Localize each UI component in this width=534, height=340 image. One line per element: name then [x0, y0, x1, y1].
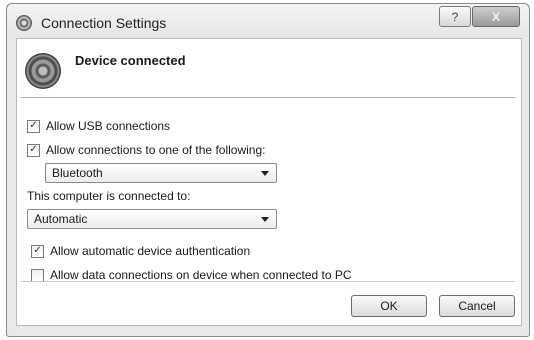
allow-one-of-checkbox[interactable]: ✓	[27, 143, 40, 157]
data-on-device-label: Allow data connections on device when co…	[50, 268, 352, 282]
chevron-down-icon	[261, 216, 269, 222]
connection-settings-dialog: Connection Settings ? X Device connected…	[6, 3, 530, 337]
device-disc-icon	[25, 53, 61, 89]
chevron-down-icon	[261, 170, 269, 176]
connection-type-value: Bluetooth	[52, 166, 103, 180]
title-bar[interactable]: Connection Settings ? X	[7, 4, 529, 38]
auto-auth-row[interactable]: ✓ Allow automatic device authentication	[31, 244, 250, 258]
header-title: Device connected	[75, 53, 186, 68]
dialog-content: Device connected ✓ Allow USB connections…	[16, 38, 522, 326]
connected-to-select[interactable]: Automatic	[27, 209, 277, 229]
connected-to-value: Automatic	[34, 212, 88, 226]
allow-usb-label: Allow USB connections	[46, 119, 171, 133]
allow-one-of-label: Allow connections to one of the followin…	[46, 143, 266, 157]
allow-one-of-row[interactable]: ✓ Allow connections to one of the follow…	[27, 143, 265, 157]
ok-button[interactable]: OK	[351, 295, 427, 317]
close-button[interactable]: X	[472, 6, 520, 27]
auto-auth-label: Allow automatic device authentication	[50, 244, 251, 258]
data-on-device-checkbox[interactable]	[31, 268, 44, 282]
header-divider	[21, 97, 515, 98]
allow-usb-row[interactable]: ✓ Allow USB connections	[27, 119, 170, 133]
window-title: Connection Settings	[41, 15, 167, 31]
cancel-button[interactable]: Cancel	[439, 295, 515, 317]
connected-to-label: This computer is connected to:	[27, 189, 191, 203]
disc-icon	[16, 15, 32, 31]
data-on-device-row[interactable]: Allow data connections on device when co…	[31, 268, 352, 282]
footer-divider	[21, 281, 515, 282]
allow-usb-checkbox[interactable]: ✓	[27, 119, 40, 133]
connection-type-select[interactable]: Bluetooth	[45, 163, 277, 183]
help-button[interactable]: ?	[439, 6, 471, 27]
auto-auth-checkbox[interactable]: ✓	[31, 244, 44, 258]
